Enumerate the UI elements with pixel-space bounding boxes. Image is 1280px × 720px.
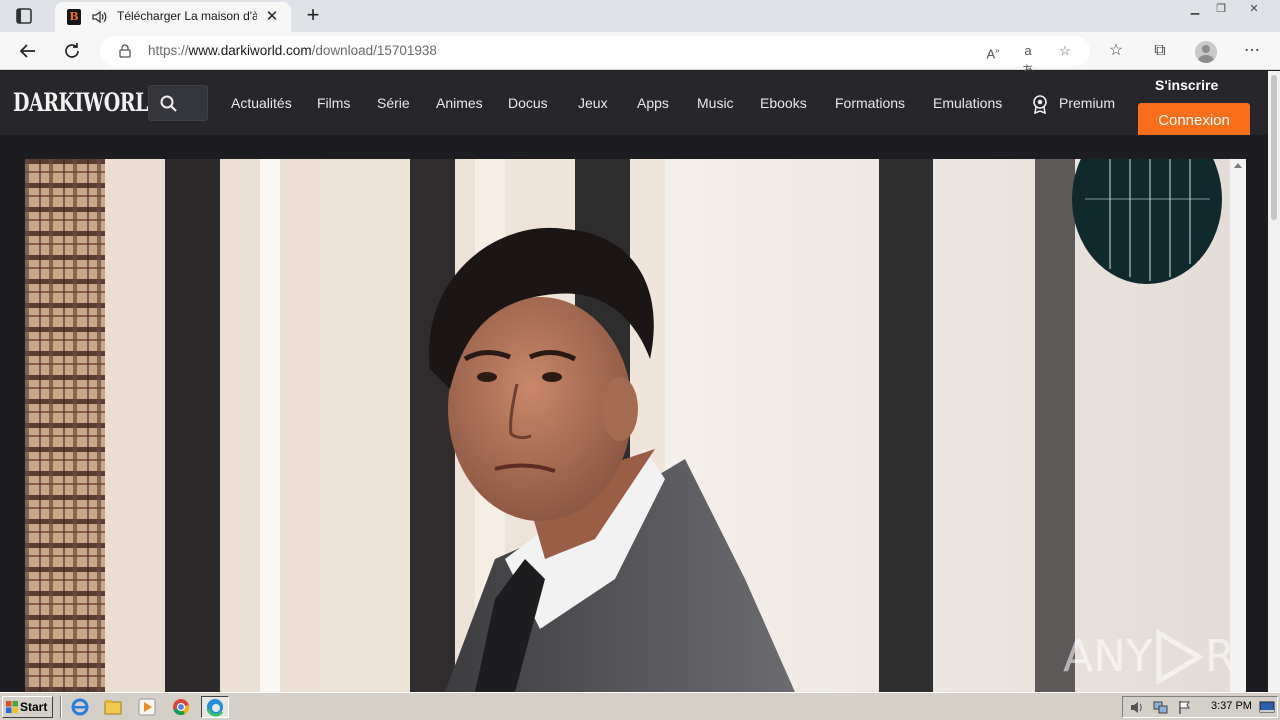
close-window-icon[interactable]: ✕ — [1245, 2, 1263, 16]
minimize-window-icon[interactable]: ▁ — [1186, 2, 1204, 16]
audio-playing-icon[interactable] — [91, 8, 109, 26]
system-tray: 3:37 PM — [1122, 696, 1278, 718]
browser-tab-strip: B Télécharger La maison d'à ✕ + ▁ ❐ ✕ — [0, 0, 1280, 32]
start-button[interactable]: Start — [2, 696, 53, 718]
anyrun-watermark: ANYRUN — [1063, 627, 1230, 687]
more-menu-icon[interactable]: ⋯ — [1241, 40, 1263, 62]
page-scrollbar[interactable] — [1268, 71, 1280, 692]
search-icon — [160, 95, 177, 112]
premium-badge-icon[interactable] — [1031, 94, 1049, 114]
edge-icon — [206, 699, 224, 717]
movie-still-image: ANYRUN — [25, 159, 1230, 692]
nav-item-ebooks[interactable]: Ebooks — [760, 95, 807, 111]
back-arrow-icon[interactable] — [17, 40, 39, 62]
favorites-icon[interactable]: ☆ — [1105, 40, 1127, 62]
windows-taskbar: Start 3:37 PM — [0, 692, 1280, 720]
search-button[interactable] — [148, 85, 208, 121]
show-desktop-icon[interactable] — [1259, 700, 1275, 715]
refresh-icon[interactable] — [61, 40, 83, 62]
lock-icon[interactable] — [118, 44, 132, 58]
taskbar-clock[interactable]: 3:37 PM — [1211, 700, 1252, 712]
new-tab-button[interactable]: + — [302, 4, 324, 27]
play-logo-icon — [1156, 628, 1204, 686]
read-aloud-icon[interactable]: A» — [983, 41, 1003, 61]
edge-taskbar-button[interactable] — [201, 696, 229, 718]
nav-item-docus[interactable]: Docus — [508, 95, 548, 111]
translate-icon[interactable]: aあ — [1018, 41, 1038, 78]
browser-toolbar: https://www.darkiworld.com/download/1570… — [0, 32, 1280, 78]
nav-item-premium[interactable]: Premium — [1059, 95, 1115, 111]
nav-item-serie[interactable]: Série — [377, 95, 410, 111]
browser-tab[interactable]: B Télécharger La maison d'à ✕ — [55, 2, 291, 32]
nav-item-jeux[interactable]: Jeux — [578, 95, 608, 111]
internet-explorer-icon[interactable] — [70, 697, 90, 717]
network-icon[interactable] — [1153, 700, 1169, 715]
tab-title: Télécharger La maison d'à — [117, 9, 257, 23]
taskbar-separator — [60, 696, 62, 718]
nav-item-films[interactable]: Films — [317, 95, 350, 111]
nav-item-apps[interactable]: Apps — [637, 95, 669, 111]
profile-avatar[interactable] — [1195, 41, 1217, 63]
signup-link[interactable]: S'inscrire — [1155, 77, 1218, 93]
site-favicon-icon: B — [67, 9, 81, 25]
file-explorer-icon[interactable] — [103, 697, 123, 717]
action-center-flag-icon[interactable] — [1177, 700, 1193, 715]
scroll-up-arrow-icon[interactable] — [1234, 163, 1242, 168]
collections-icon[interactable]: ⧉ — [1149, 40, 1171, 62]
main-content: ANYRUN — [0, 135, 1268, 692]
volume-icon[interactable] — [1129, 700, 1145, 715]
chrome-icon[interactable] — [171, 697, 191, 717]
nav-item-music[interactable]: Music — [697, 95, 734, 111]
media-player-icon[interactable] — [137, 697, 157, 717]
site-logo[interactable]: DARKIWORLD — [13, 79, 164, 128]
page-scrollbar-thumb[interactable] — [1271, 75, 1277, 220]
tab-close-icon[interactable]: ✕ — [263, 8, 281, 26]
content-scrollbar[interactable] — [1230, 159, 1246, 692]
windows-logo-icon — [6, 701, 18, 713]
restore-window-icon[interactable]: ❐ — [1212, 2, 1230, 16]
add-favorite-icon[interactable]: ☆ — [1055, 41, 1075, 61]
nav-item-formations[interactable]: Formations — [835, 95, 905, 111]
nav-item-emulations[interactable]: Emulations — [933, 95, 1002, 111]
address-bar[interactable]: https://www.darkiworld.com/download/1570… — [100, 36, 1090, 78]
nav-item-actualites[interactable]: Actualités — [231, 95, 292, 111]
site-header: DARKIWORLD Actualités Films Série Animes… — [0, 71, 1268, 139]
tab-actions-icon[interactable] — [14, 7, 34, 25]
login-button[interactable]: Connexion — [1138, 103, 1250, 139]
url-text[interactable]: https://www.darkiworld.com/download/1570… — [148, 43, 437, 58]
nav-item-animes[interactable]: Animes — [436, 95, 483, 111]
